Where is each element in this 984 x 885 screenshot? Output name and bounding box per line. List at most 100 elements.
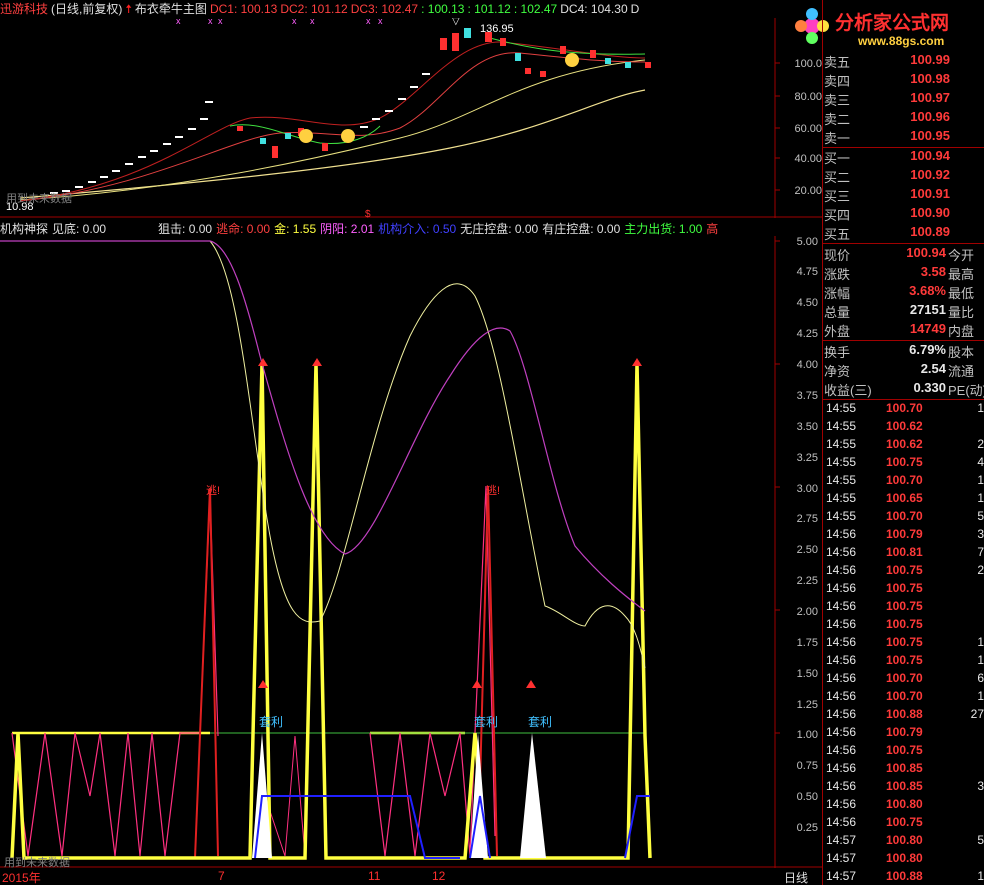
stat-row: 总量 27151 量比 bbox=[824, 302, 975, 320]
axis-4.75: 4.75 bbox=[797, 266, 818, 278]
tick-time: 14:56 bbox=[826, 581, 857, 595]
tick-row: 14:57 100.88 1 bbox=[822, 869, 984, 885]
taoli-label-2: 套利 bbox=[474, 715, 498, 729]
tick-row: 14:56 100.88 27 bbox=[822, 707, 984, 725]
tick-qty: 5 bbox=[977, 833, 984, 847]
axis-5.00: 5.00 bbox=[797, 236, 818, 248]
tick-price: 100.75 bbox=[886, 743, 923, 757]
indicator-name[interactable]: 布衣牵牛主图 bbox=[135, 2, 207, 16]
dc1-value: DC1: 100.13 bbox=[209, 2, 278, 16]
time-axis: 2015年 7 11 12 日线 bbox=[0, 868, 822, 885]
tick-qty: 1 bbox=[977, 491, 984, 505]
tick-price: 100.75 bbox=[886, 815, 923, 829]
axis-1.25: 1.25 bbox=[797, 699, 818, 711]
tick-qty: 2 bbox=[977, 437, 984, 451]
axis-0.25: 0.25 bbox=[797, 822, 818, 834]
price-axis-20: 20.00 bbox=[794, 185, 822, 197]
tick-qty: 5 bbox=[977, 509, 984, 523]
axis-2.50: 2.50 bbox=[797, 544, 818, 556]
tick-row: 14:56 100.75 bbox=[822, 581, 984, 599]
tick-time: 14:56 bbox=[826, 599, 857, 613]
tick-price: 100.75 bbox=[886, 455, 923, 469]
ask-row[interactable]: 卖五 100.99 bbox=[822, 52, 984, 71]
stat-row: 净资 2.54 流通 bbox=[824, 361, 975, 379]
svg-text:x: x bbox=[208, 18, 213, 26]
bid-row[interactable]: 买四 100.90 bbox=[822, 205, 984, 224]
tick-row: 14:56 100.70 6 bbox=[822, 671, 984, 689]
tick-time: 14:55 bbox=[826, 401, 857, 415]
tick-row: 14:56 100.85 bbox=[822, 761, 984, 779]
axis-3.00: 3.00 bbox=[797, 483, 818, 495]
tick-price: 100.75 bbox=[886, 599, 923, 613]
stock-name[interactable]: 迅游科技 bbox=[0, 2, 48, 16]
tick-row: 14:55 100.70 5 bbox=[822, 509, 984, 527]
divider bbox=[822, 243, 984, 244]
axis-4.50: 4.50 bbox=[797, 297, 818, 309]
wuzhuang-value: 无庄控盘: 0.00 bbox=[460, 222, 539, 236]
tick-qty: 4 bbox=[977, 455, 984, 469]
ask-row[interactable]: 卖一 100.95 bbox=[822, 128, 984, 147]
year-label: 2015年 bbox=[2, 871, 41, 885]
bid-row[interactable]: 买一 100.94 bbox=[822, 148, 984, 167]
bid-row[interactable]: 买二 100.92 bbox=[822, 167, 984, 186]
dc2-value: DC2: 101.12 bbox=[280, 2, 348, 16]
dc4-value: DC4: 104.30 bbox=[560, 2, 628, 16]
tick-row: 14:55 100.62 bbox=[822, 419, 984, 437]
svg-text:x: x bbox=[366, 18, 371, 26]
divider bbox=[822, 340, 984, 341]
chart-title-bar: 迅游科技 (日线,前复权) 🠅 布衣牵牛主图 DC1: 100.13 DC2: 101.1… bbox=[0, 0, 775, 18]
tick-time: 14:57 bbox=[826, 869, 857, 883]
tick-time: 14:57 bbox=[826, 833, 857, 847]
ask-row[interactable]: 卖四 100.98 bbox=[822, 71, 984, 90]
ask-row[interactable]: 卖二 100.96 bbox=[822, 109, 984, 128]
tick-row: 14:55 100.62 2 bbox=[822, 437, 984, 455]
period-label[interactable]: 日线 bbox=[784, 869, 808, 885]
axis-0.75: 0.75 bbox=[797, 760, 818, 772]
month-11-label: 11 bbox=[368, 869, 381, 883]
month-12-label: 12 bbox=[432, 869, 446, 883]
taoming-value: 逃命: 0.00 bbox=[216, 222, 271, 236]
bid-row[interactable]: 买五 100.89 bbox=[822, 224, 984, 243]
price-markers bbox=[50, 73, 430, 194]
tick-price: 100.75 bbox=[886, 563, 923, 577]
tick-price: 100.62 bbox=[886, 437, 923, 451]
axis-3.75: 3.75 bbox=[797, 390, 818, 402]
tick-time: 14:55 bbox=[826, 509, 857, 523]
high-arrow-icon: ▽ bbox=[452, 18, 460, 27]
price-chart[interactable]: xxxx xxx ▽ 136.95 10.98 用到未来数据 100.0 80.… bbox=[0, 18, 822, 218]
bid-row[interactable]: 买三 100.91 bbox=[822, 186, 984, 205]
tick-row: 14:57 100.80 5 bbox=[822, 833, 984, 851]
ask-row[interactable]: 卖三 100.97 bbox=[822, 90, 984, 109]
tick-time: 14:56 bbox=[826, 779, 857, 793]
chart-mode[interactable]: (日线,前复权) bbox=[51, 2, 122, 16]
v2-value: : 101.12 bbox=[467, 2, 511, 16]
tick-qty: 27 bbox=[970, 707, 984, 721]
tick-time: 14:56 bbox=[826, 797, 857, 811]
svg-text:x: x bbox=[176, 18, 181, 26]
logo-url: www.88gs.com bbox=[858, 34, 945, 48]
tick-row: 14:56 100.75 bbox=[822, 815, 984, 833]
indicator-title[interactable]: 机构神探 bbox=[0, 222, 48, 236]
x-markers: xxxx xxx bbox=[176, 18, 383, 26]
tick-price: 100.70 bbox=[886, 401, 923, 415]
tick-price: 100.80 bbox=[886, 851, 923, 865]
price-axis-40: 40.00 bbox=[794, 153, 822, 165]
dollar-icon: $ bbox=[365, 209, 371, 218]
tick-time: 14:56 bbox=[826, 527, 857, 541]
tick-row: 14:56 100.70 1 bbox=[822, 689, 984, 707]
tick-row: 14:56 100.85 3 bbox=[822, 779, 984, 797]
tick-qty: 6 bbox=[977, 671, 984, 685]
tick-price: 100.80 bbox=[886, 833, 923, 847]
yinyang-value: 阴阳: 2.01 bbox=[320, 222, 375, 236]
tick-row: 14:55 100.75 4 bbox=[822, 455, 984, 473]
taoli-label-3: 套利 bbox=[528, 715, 552, 729]
taoli-label-1: 套利 bbox=[259, 715, 283, 729]
tao-label-2: 逃! bbox=[486, 484, 500, 497]
future-data-note-top: 用到未来数据 bbox=[6, 191, 72, 205]
svg-text:x: x bbox=[292, 18, 297, 26]
jigou-value: 机构介入: 0.50 bbox=[378, 222, 457, 236]
tick-price: 100.80 bbox=[886, 797, 923, 811]
up-arrow-icon: 🠅 bbox=[125, 2, 132, 16]
tick-row: 14:55 100.65 1 bbox=[822, 491, 984, 509]
indicator-chart[interactable]: 逃! 逃! 套利 套利 套利 用到未来数据 5.00 4.75 4.50 4.2… bbox=[0, 236, 822, 868]
